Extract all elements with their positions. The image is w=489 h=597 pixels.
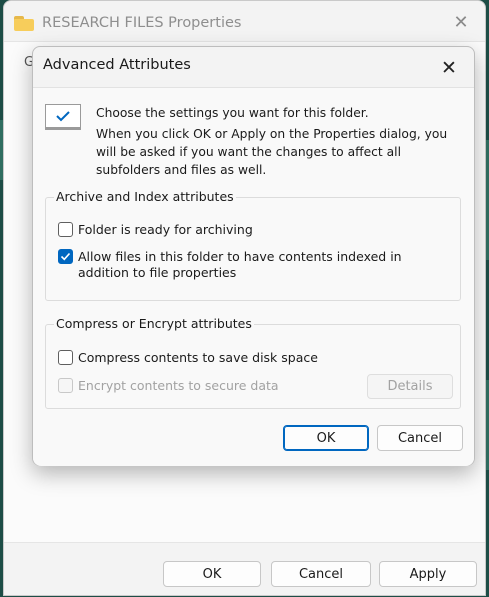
encrypt-checkbox	[58, 378, 73, 393]
compress-group-label: Compress or Encrypt attributes	[54, 316, 254, 331]
dialog-body: Choose the settings you want for this fo…	[33, 87, 474, 466]
encrypt-option-label: Encrypt contents to secure data	[78, 378, 279, 393]
properties-apply-button[interactable]: Apply	[379, 561, 477, 587]
info-text: Choose the settings you want for this fo…	[96, 104, 466, 182]
compress-option-row[interactable]: Compress contents to save disk space	[58, 350, 318, 366]
properties-button-row: OK Cancel Apply	[4, 552, 485, 597]
details-button: Details	[367, 374, 453, 399]
close-icon[interactable]: ✕	[449, 11, 473, 35]
archive-checkbox[interactable]	[58, 222, 73, 237]
dialog-ok-button[interactable]: OK	[283, 425, 369, 451]
index-option-row[interactable]: Allow files in this folder to have conte…	[58, 249, 448, 281]
advanced-attributes-dialog: Advanced Attributes ✕ Choose the setting…	[32, 46, 475, 466]
properties-cancel-button[interactable]: Cancel	[271, 561, 371, 587]
compress-checkbox[interactable]	[58, 350, 73, 365]
properties-ok-button[interactable]: OK	[163, 561, 261, 587]
index-checkbox[interactable]	[58, 249, 73, 264]
info-line-2: When you click OK or Apply on the Proper…	[96, 127, 448, 177]
archive-group-label: Archive and Index attributes	[54, 189, 236, 204]
dialog-title: Advanced Attributes	[43, 57, 191, 73]
checkmark-icon	[60, 252, 71, 261]
archive-option-label: Folder is ready for archiving	[78, 222, 253, 237]
encrypt-option-row: Encrypt contents to secure data	[58, 378, 279, 394]
archive-index-group: Archive and Index attributes Folder is r…	[45, 189, 461, 301]
close-icon[interactable]: ✕	[436, 55, 462, 81]
checked-box-icon	[45, 104, 81, 130]
compress-encrypt-group: Compress or Encrypt attributes Compress …	[45, 316, 461, 409]
folder-icon	[14, 15, 34, 31]
index-option-label: Allow files in this folder to have conte…	[78, 249, 402, 280]
info-line-1: Choose the settings you want for this fo…	[96, 106, 369, 120]
properties-title: RESEARCH FILES Properties	[42, 15, 242, 31]
archive-option-row[interactable]: Folder is ready for archiving	[58, 222, 253, 238]
compress-option-label: Compress contents to save disk space	[78, 350, 318, 365]
dialog-cancel-button[interactable]: Cancel	[377, 425, 463, 451]
properties-titlebar: RESEARCH FILES Properties	[14, 10, 241, 36]
